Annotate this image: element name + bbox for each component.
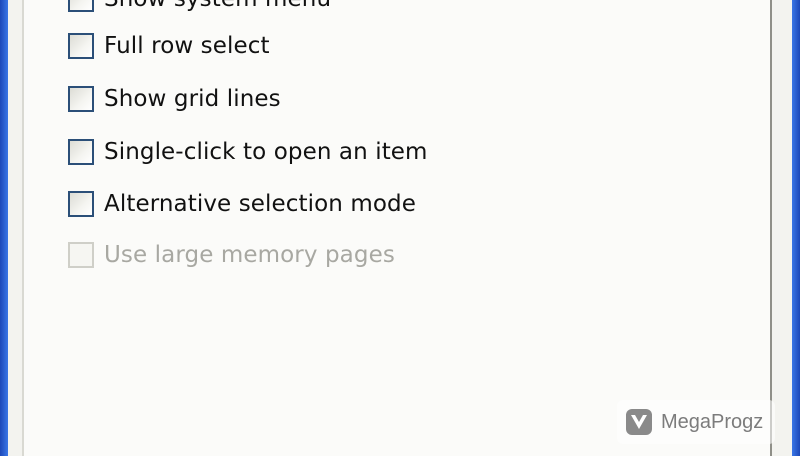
option-show-grid-lines[interactable]: Show grid lines <box>68 82 281 116</box>
option-alternative-selection-mode[interactable]: Alternative selection mode <box>68 187 416 221</box>
megaprogz-logo-icon <box>626 409 652 435</box>
dialog-body: Show system menu Full row select Show gr… <box>8 0 792 456</box>
single-click-open-label[interactable]: Single-click to open an item <box>104 139 428 165</box>
watermark-text: MegaProgz <box>661 410 764 433</box>
options-panel: Show system menu Full row select Show gr… <box>22 0 772 456</box>
single-click-open-checkbox[interactable] <box>68 139 94 165</box>
option-single-click-open[interactable]: Single-click to open an item <box>68 135 428 169</box>
show-grid-lines-checkbox[interactable] <box>68 86 94 112</box>
options-window: Show system menu Full row select Show gr… <box>0 0 800 456</box>
alternative-selection-mode-checkbox[interactable] <box>68 191 94 217</box>
use-large-memory-pages-checkbox <box>68 242 94 268</box>
option-full-row-select[interactable]: Full row select <box>68 29 270 63</box>
show-grid-lines-label[interactable]: Show grid lines <box>104 86 281 112</box>
show-system-menu-label[interactable]: Show system menu <box>104 0 331 12</box>
use-large-memory-pages-label: Use large memory pages <box>104 242 395 268</box>
alternative-selection-mode-label[interactable]: Alternative selection mode <box>104 191 416 217</box>
window-left-border <box>0 0 8 456</box>
window-right-border <box>792 0 800 456</box>
option-show-system-menu[interactable]: Show system menu <box>68 0 331 16</box>
show-system-menu-checkbox[interactable] <box>68 0 94 12</box>
full-row-select-checkbox[interactable] <box>68 33 94 59</box>
option-use-large-memory-pages: Use large memory pages <box>68 238 395 272</box>
full-row-select-label[interactable]: Full row select <box>104 33 270 59</box>
watermark: MegaProgz <box>617 400 775 444</box>
